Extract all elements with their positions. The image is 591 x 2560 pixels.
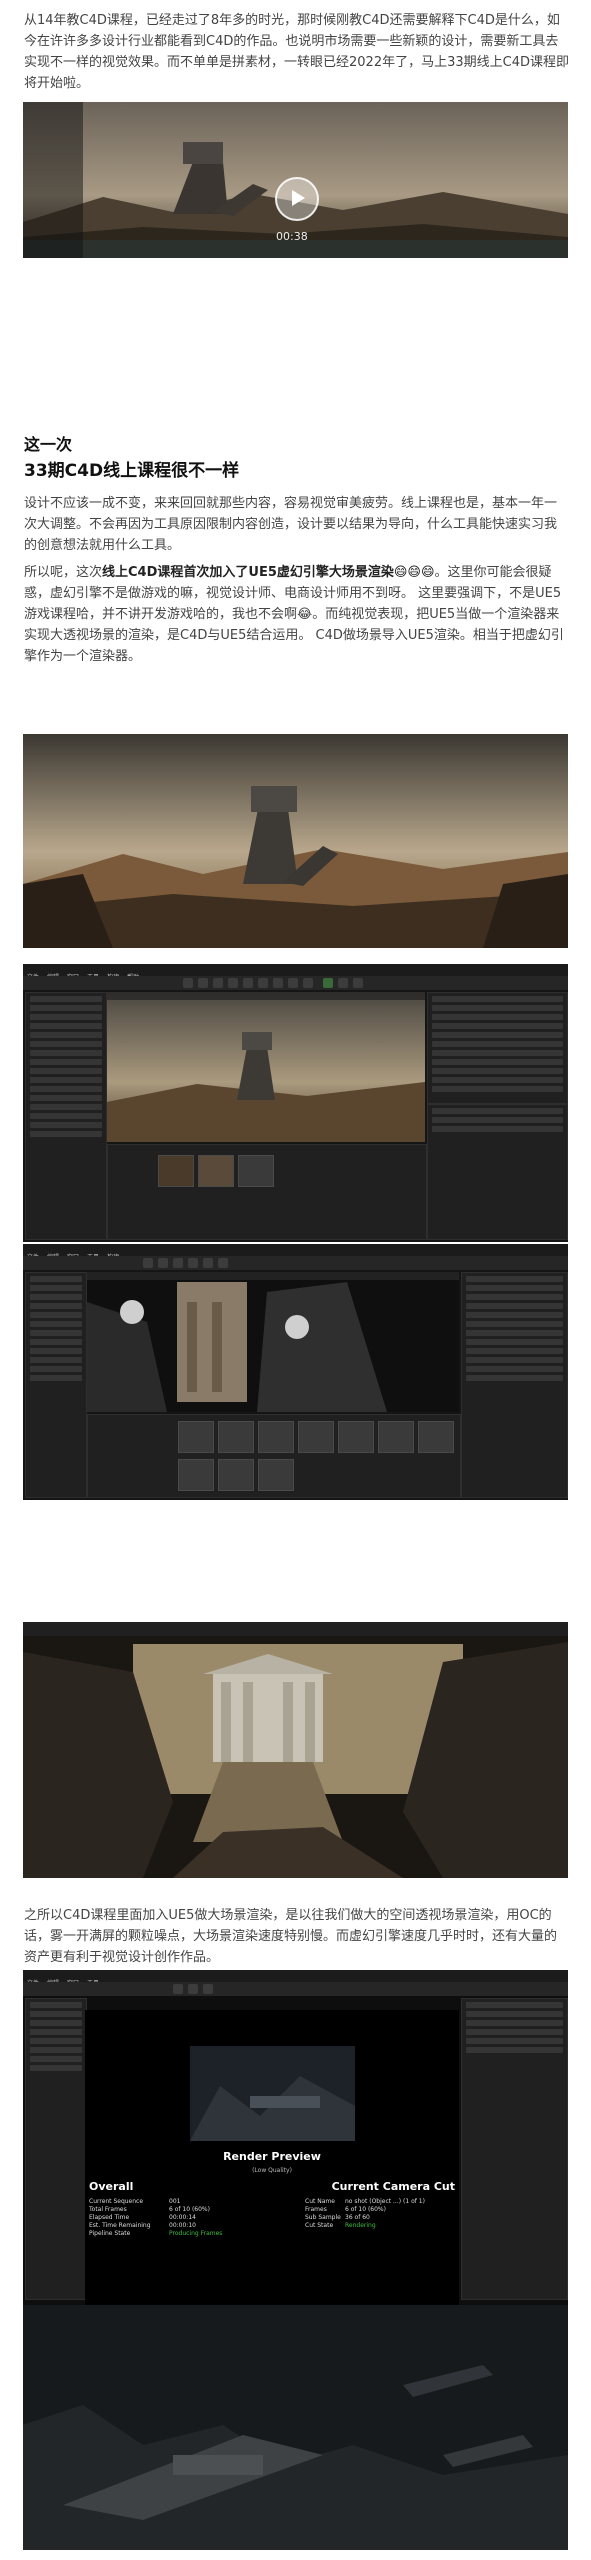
spaceship-render	[23, 2305, 568, 2550]
stat-row: Cut State Rendering	[305, 2222, 376, 2229]
place-actors-panel	[25, 992, 107, 1240]
play-button[interactable]	[275, 177, 319, 221]
overall-label: Overall	[89, 2180, 134, 2193]
section-heading-2: 33期C4D线上课程很不一样	[24, 461, 240, 481]
ue-editor-screenshot-2: 文件编辑窗口工具构建	[23, 1244, 568, 1500]
temple-image	[23, 1622, 568, 1878]
content-browser-2	[87, 1414, 461, 1498]
left-panel-3	[25, 1998, 87, 2300]
viewport	[107, 992, 425, 1142]
section-heading-1: 这一次	[24, 435, 73, 454]
overall-stats: Current Sequence 001 Total Frames 6 of 10 …	[89, 2198, 249, 2238]
stat-row: Sub Sample 36 of 60	[305, 2214, 370, 2221]
render-preview-title: Render Preview	[223, 2150, 321, 2163]
paragraph-4: 之所以C4D课程里面加入UE5做大场景渲染，是以往我们做大的空间透视场景渲染，用…	[24, 1908, 558, 1965]
temple-render-image	[23, 1622, 568, 1878]
paragraph-3-bold: 线上C4D课程首次加入了UE5虚幻引擎大场景渲染😄😄😄	[102, 565, 435, 580]
render-preview-frame	[190, 2046, 355, 2141]
viewport-2	[87, 1272, 459, 1412]
stat-row: Total Frames 6 of 10 (60%)	[89, 2206, 210, 2213]
outliner-panel	[427, 992, 568, 1104]
outliner-panel-2	[461, 1272, 568, 1498]
video-player[interactable]: 00:38	[23, 102, 568, 258]
editor-toolbar-3	[23, 1982, 568, 1996]
render-preview-subtitle: (Low Quality)	[252, 2167, 292, 2174]
right-panel-3	[461, 1998, 568, 2300]
paragraph-2: 设计不应该一成不变，来来回回就那些内容，容易视觉审美疲劳。线上课程也是，基本一年…	[24, 496, 558, 553]
stat-row: Frames 6 of 10 (60%)	[305, 2206, 386, 2213]
scene-render-image	[23, 734, 568, 948]
landscape-image	[23, 734, 568, 948]
camera-cut-label: Current Camera Cut	[331, 2180, 455, 2193]
paragraph-3: 所以呢，这次线上C4D课程首次加入了UE5虚幻引擎大场景渲染😄😄😄。这里你可能会…	[24, 562, 569, 667]
intro-paragraph: 从14年教C4D课程，已经走过了8年多的时光，那时候刚教C4D还需要解释下C4D…	[24, 13, 569, 91]
ue-editor-screenshot-1: 文件编辑窗口工具构建帮助	[23, 964, 568, 1242]
editor-toolbar	[23, 976, 568, 990]
stat-row: Pipeline State Producing Frames	[89, 2230, 223, 2237]
stat-row: Est. Time Remaining 00:00:10	[89, 2222, 196, 2229]
stat-row: Cut Name no shot (Object ...) (1 of 1)	[305, 2198, 425, 2205]
details-panel	[427, 1104, 568, 1240]
content-browser	[107, 1144, 427, 1240]
movie-render-screenshot: 文件编辑窗口工具 Render Preview (Low Quality) Ov…	[23, 1970, 568, 2550]
video-time: 00:38	[276, 230, 308, 243]
editor-toolbar-2	[23, 1256, 568, 1270]
stat-row: Current Sequence 001	[89, 2198, 181, 2205]
place-actors-panel-2	[25, 1272, 87, 1498]
paragraph-3-prefix: 所以呢，这次	[24, 565, 103, 580]
render-preview-window: Render Preview (Low Quality) Overall Cur…	[85, 2010, 459, 2305]
camera-cut-stats: Cut Name no shot (Object ...) (1 of 1) Fr…	[305, 2198, 455, 2230]
stat-row: Elapsed Time 00:00:14	[89, 2214, 196, 2221]
